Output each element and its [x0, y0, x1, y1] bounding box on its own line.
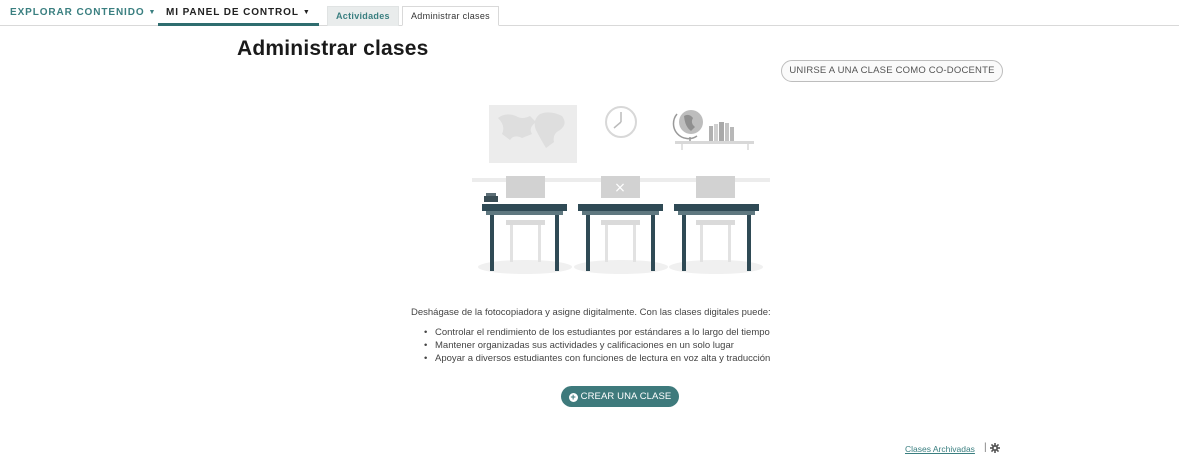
create-class-label: CREAR UNA CLASE [580, 391, 672, 402]
tab-activities[interactable]: Actividades [327, 6, 399, 26]
tab-manage-classes[interactable]: Administrar clases [402, 6, 499, 26]
create-class-button[interactable]: + CREAR UNA CLASE [561, 386, 679, 407]
desk-icon [482, 193, 567, 271]
top-navigation: EXPLORAR CONTENIDO ▼ MI PANEL DE CONTROL ▼… [0, 0, 1179, 26]
caret-down-icon: ▼ [148, 9, 157, 16]
gear-icon[interactable] [990, 443, 1000, 453]
list-item: Apoyar a diversos estudiantes con funcio… [424, 352, 770, 365]
chair-icon: × [601, 176, 640, 262]
page-title: Administrar clases [237, 37, 429, 60]
list-item: Controlar el rendimiento de los estudian… [424, 326, 770, 339]
nav-dashboard[interactable]: MI PANEL DE CONTROL ▼ [158, 7, 319, 26]
classroom-illustration-icon: × [472, 105, 770, 274]
nav-explore-content[interactable]: EXPLORAR CONTENIDO ▼ [10, 7, 156, 18]
plus-circle-icon: + [568, 392, 578, 402]
nav-explore-label: EXPLORAR CONTENIDO [10, 7, 145, 18]
archived-classes-link[interactable]: Clases Archivadas [905, 444, 975, 454]
chair-icon [696, 176, 735, 262]
world-map-icon [489, 105, 577, 163]
footer-separator: | [984, 442, 987, 453]
caret-down-icon: ▼ [302, 9, 311, 16]
chair-icon [506, 176, 545, 262]
books-icon [709, 122, 734, 141]
svg-text:×: × [614, 180, 626, 196]
join-as-coteacher-button[interactable]: UNIRSE A UNA CLASE COMO CO-DOCENTE [781, 60, 1003, 82]
intro-text: Deshágase de la fotocopiadora y asigne d… [411, 307, 771, 318]
list-item: Mantener organizadas sus actividades y c… [424, 339, 770, 352]
globe-icon [672, 110, 703, 141]
nav-dashboard-label: MI PANEL DE CONTROL [166, 7, 299, 18]
benefits-list: Controlar el rendimiento de los estudian… [424, 326, 770, 365]
clock-icon [605, 106, 637, 138]
